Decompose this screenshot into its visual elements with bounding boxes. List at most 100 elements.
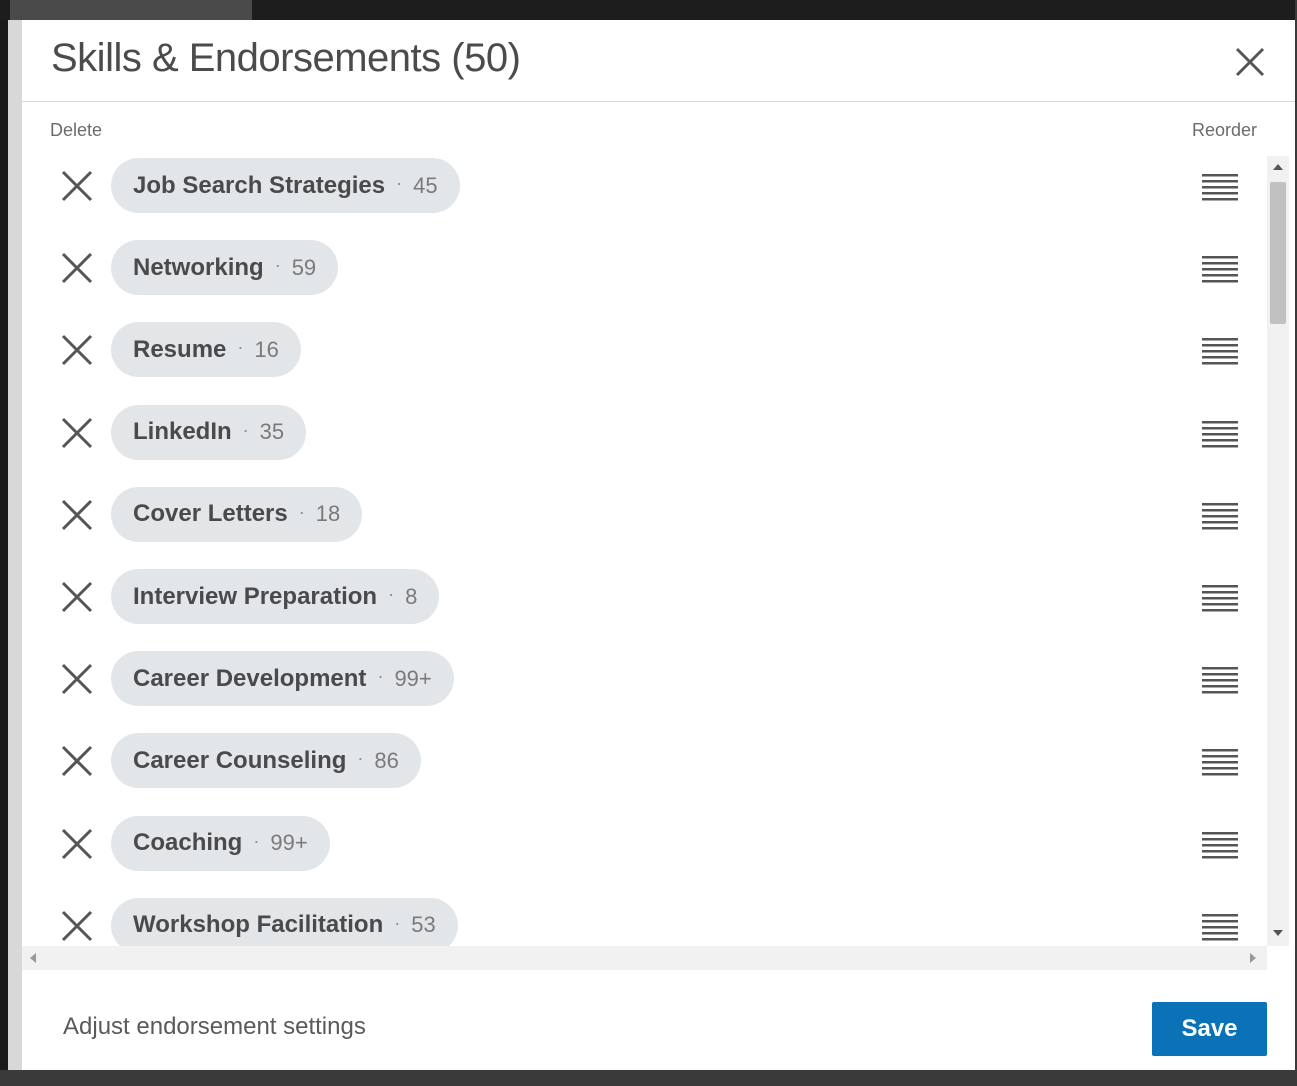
reorder-handle[interactable]	[1202, 828, 1238, 860]
skill-separator: ·	[396, 173, 403, 193]
backdrop-bottom	[0, 1070, 1297, 1086]
modal-title: Skills & Endorsements (50)	[51, 36, 521, 80]
skill-row: Career Counseling · 86	[22, 731, 1267, 791]
delete-skill-button[interactable]	[60, 169, 94, 203]
skills-list: Job Search Strategies · 45 Networking · …	[22, 156, 1267, 946]
scroll-right-icon[interactable]	[1250, 953, 1256, 963]
skill-row: Interview Preparation · 8	[22, 567, 1267, 627]
skill-separator: ·	[274, 255, 281, 276]
skill-row: Workshop Facilitation · 53	[22, 896, 1267, 946]
skill-name: LinkedIn	[133, 418, 232, 446]
delete-skill-button[interactable]	[60, 416, 94, 450]
reorder-handle[interactable]	[1202, 910, 1238, 942]
endorsement-count: 16	[254, 336, 279, 362]
delete-skill-button[interactable]	[60, 827, 94, 861]
backdrop-top	[0, 0, 1297, 20]
skill-name: Coaching	[133, 829, 243, 857]
skill-pill[interactable]: Career Counseling · 86	[111, 733, 421, 789]
reorder-handle[interactable]	[1202, 581, 1238, 613]
delete-skill-button[interactable]	[60, 580, 94, 614]
drag-handle-icon	[1202, 831, 1238, 859]
x-icon	[61, 746, 93, 777]
endorsement-count: 59	[291, 254, 317, 280]
endorsement-count: 35	[259, 419, 285, 445]
delete-skill-button[interactable]	[60, 744, 94, 778]
drag-handle-icon	[1202, 420, 1238, 448]
x-icon	[61, 581, 93, 613]
skill-name: Resume	[133, 335, 227, 363]
skill-row: LinkedIn · 35	[22, 403, 1267, 463]
adjust-endorsement-settings-link[interactable]: Adjust endorsement settings	[63, 1013, 366, 1041]
skill-name: Networking	[133, 253, 264, 281]
drag-handle-icon	[1202, 667, 1238, 694]
reorder-handle[interactable]	[1202, 417, 1238, 449]
skill-pill[interactable]: LinkedIn · 35	[111, 404, 307, 460]
skill-pill[interactable]: Interview Preparation · 8	[111, 569, 440, 624]
skill-row: Cover Letters · 18	[22, 485, 1267, 545]
skill-pill[interactable]: Cover Letters · 18	[111, 486, 363, 542]
endorsement-count: 8	[405, 583, 418, 609]
x-icon	[61, 417, 93, 448]
x-icon	[61, 664, 93, 695]
drag-handle-icon	[1202, 256, 1238, 283]
reorder-handle[interactable]	[1202, 745, 1238, 777]
skill-row: Job Search Strategies · 45	[22, 156, 1267, 216]
backdrop-left	[0, 20, 22, 1086]
skill-row: Networking · 59	[22, 238, 1267, 298]
skill-pill[interactable]: Resume · 16	[111, 322, 301, 378]
skill-separator: ·	[242, 419, 249, 440]
reorder-handle[interactable]	[1202, 663, 1238, 695]
reorder-handle[interactable]	[1202, 170, 1238, 202]
save-button[interactable]: Save	[1152, 1002, 1267, 1056]
scroll-left-icon[interactable]	[30, 953, 36, 963]
delete-skill-button[interactable]	[60, 662, 94, 696]
endorsement-count: 45	[413, 172, 438, 198]
delete-skill-button[interactable]	[60, 909, 94, 943]
skill-separator: ·	[237, 337, 244, 358]
endorsement-count: 86	[374, 747, 399, 773]
modal-header: Skills & Endorsements (50)	[22, 20, 1295, 102]
drag-handle-icon	[1202, 913, 1238, 941]
delete-skill-button[interactable]	[60, 251, 94, 285]
endorsement-count: 53	[411, 912, 436, 938]
skill-row: Resume · 16	[22, 320, 1267, 380]
close-icon	[1235, 47, 1265, 77]
skill-name: Interview Preparation	[133, 582, 378, 610]
reorder-handle[interactable]	[1202, 499, 1238, 531]
scrollbar-thumb[interactable]	[1270, 182, 1286, 324]
skill-pill[interactable]: Workshop Facilitation · 53	[111, 897, 458, 946]
reorder-handle[interactable]	[1202, 334, 1238, 366]
vertical-scrollbar[interactable]	[1267, 156, 1289, 946]
skill-pill[interactable]: Job Search Strategies · 45	[111, 158, 460, 213]
skill-row: Career Development · 99+	[22, 649, 1267, 709]
close-button[interactable]	[1228, 40, 1272, 84]
x-icon	[61, 499, 93, 530]
delete-column-label: Delete	[50, 120, 103, 140]
skill-separator: ·	[377, 666, 384, 687]
scroll-down-icon[interactable]	[1273, 930, 1283, 936]
reorder-column-label: Reorder	[1192, 120, 1258, 140]
drag-handle-icon	[1202, 585, 1238, 612]
drag-handle-icon	[1202, 174, 1238, 201]
drag-handle-icon	[1202, 338, 1238, 365]
scroll-up-icon[interactable]	[1273, 164, 1283, 170]
drag-handle-icon	[1202, 502, 1238, 530]
drag-handle-icon	[1202, 749, 1238, 776]
skill-pill[interactable]: Coaching · 99+	[111, 815, 330, 871]
skill-separator: ·	[394, 912, 401, 933]
skill-pill[interactable]: Networking · 59	[111, 240, 339, 296]
horizontal-scrollbar[interactable]	[22, 946, 1267, 970]
skill-name: Career Counseling	[133, 746, 347, 774]
skill-pill[interactable]: Career Development · 99+	[111, 651, 454, 707]
skill-separator: ·	[298, 501, 305, 522]
skill-separator: ·	[357, 748, 364, 769]
skill-name: Job Search Strategies	[133, 171, 386, 199]
delete-skill-button[interactable]	[60, 498, 94, 532]
skill-name: Career Development	[133, 664, 367, 692]
skill-row: Coaching · 99+	[22, 814, 1267, 874]
reorder-handle[interactable]	[1202, 252, 1238, 284]
skills-modal: Skills & Endorsements (50) Delete Reorde…	[22, 20, 1295, 1070]
x-icon	[61, 253, 93, 284]
delete-skill-button[interactable]	[60, 333, 94, 367]
endorsement-count: 18	[315, 501, 341, 527]
